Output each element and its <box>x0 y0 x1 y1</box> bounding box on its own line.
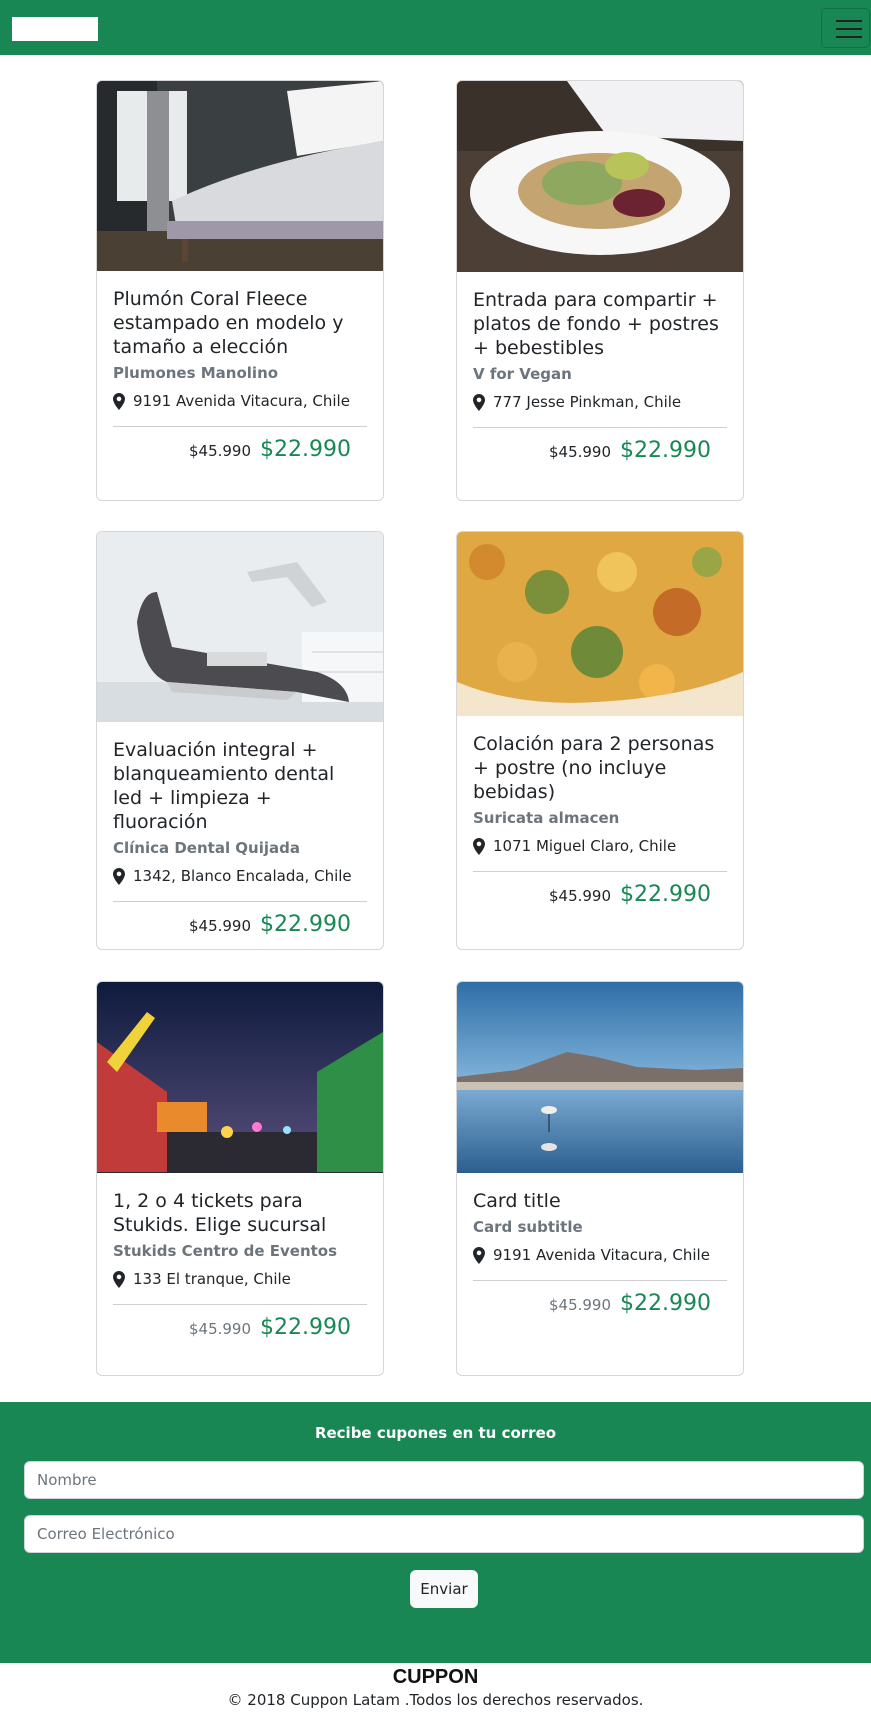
card-divider <box>473 427 727 428</box>
card-title[interactable]: Colación para 2 personas + postre (no in… <box>473 732 727 804</box>
card-title[interactable]: Plumón Coral Fleece estampado en modelo … <box>113 287 367 359</box>
card-divider <box>113 901 367 902</box>
card-location-text: 1342, Blanco Encalada, Chile <box>133 867 352 885</box>
vegetable-stew-photo <box>457 532 743 716</box>
card-title[interactable]: Entrada para compartir + platos de fondo… <box>473 288 727 360</box>
dental-chair-photo <box>97 532 383 722</box>
hamburger-menu-icon <box>836 20 862 22</box>
old-price: $45.990 <box>548 443 612 461</box>
name-input[interactable] <box>24 1461 864 1499</box>
menu-toggle-button[interactable] <box>821 8 870 48</box>
map-pin-icon <box>113 1270 125 1288</box>
map-pin-icon <box>113 392 125 410</box>
card-location-text: 9191 Avenida Vitacura, Chile <box>133 392 350 410</box>
card-title[interactable]: 1, 2 o 4 tickets para Stukids. Elige suc… <box>113 1189 367 1237</box>
map-pin-icon <box>473 393 485 411</box>
new-price: $22.990 <box>260 912 351 937</box>
card-subtitle: Card subtitle <box>473 1218 583 1236</box>
card-divider <box>473 871 727 872</box>
email-input[interactable] <box>24 1515 864 1553</box>
submit-button[interactable]: Enviar <box>410 1570 478 1608</box>
navbar: CUPPON <box>0 0 871 55</box>
card-location: 777 Jesse Pinkman, Chile <box>473 392 727 412</box>
card-location-text: 133 El tranque, Chile <box>133 1270 291 1288</box>
old-price: $45.990 <box>188 1320 252 1338</box>
card-subtitle: Clínica Dental Quijada <box>113 839 301 857</box>
card-subtitle: Plumones Manolino <box>113 364 279 382</box>
card-title[interactable]: Card title <box>473 1189 727 1213</box>
card-subtitle: Stukids Centro de Eventos <box>113 1242 338 1260</box>
card-subtitle: V for Vegan <box>473 365 572 383</box>
card-divider <box>113 1304 367 1305</box>
coupon-card[interactable]: Evaluación integral + blanqueamiento den… <box>96 531 384 950</box>
copyright-text: © 2018 Cuppon Latam .Todos los derechos … <box>227 1691 644 1709</box>
card-location-text: 1071 Miguel Claro, Chile <box>493 837 677 855</box>
map-pin-icon <box>473 837 485 855</box>
new-price: $22.990 <box>260 437 351 462</box>
coupon-card[interactable]: Entrada para compartir + platos de fondo… <box>456 80 744 501</box>
card-prices: $45.990 $22.990 <box>113 1315 367 1340</box>
new-price: $22.990 <box>620 438 711 463</box>
carnival-night-photo <box>97 982 383 1173</box>
card-prices: $45.990 $22.990 <box>473 438 727 463</box>
old-price: $45.990 <box>548 887 612 905</box>
card-divider <box>473 1280 727 1281</box>
card-location-text: 777 Jesse Pinkman, Chile <box>493 393 682 411</box>
new-price: $22.990 <box>620 1291 711 1316</box>
footer-brand: CUPPON <box>392 1666 479 1688</box>
footer: CUPPON © 2018 Cuppon Latam .Todos los de… <box>0 1663 871 1729</box>
coupon-card[interactable]: 1, 2 o 4 tickets para Stukids. Elige suc… <box>96 981 384 1376</box>
card-prices: $45.990 $22.990 <box>473 882 727 907</box>
bedroom-photo <box>97 81 383 271</box>
card-location: 133 El tranque, Chile <box>113 1269 367 1289</box>
card-prices: $45.990 $22.990 <box>473 1291 727 1316</box>
card-subtitle: Suricata almacen <box>473 809 620 827</box>
new-price: $22.990 <box>620 882 711 907</box>
newsletter-title: Recibe cupones en tu correo <box>314 1424 557 1442</box>
card-location: 1071 Miguel Claro, Chile <box>473 836 727 856</box>
old-price: $45.990 <box>188 917 252 935</box>
brand-logo[interactable]: CUPPON <box>12 17 98 41</box>
map-pin-icon <box>113 867 125 885</box>
flamingo-lake-photo <box>457 982 743 1173</box>
coupon-card[interactable]: Plumón Coral Fleece estampado en modelo … <box>96 80 384 501</box>
new-price: $22.990 <box>260 1315 351 1340</box>
card-prices: $45.990 $22.990 <box>113 912 367 937</box>
card-prices: $45.990 $22.990 <box>113 437 367 462</box>
map-pin-icon <box>473 1246 485 1264</box>
coupon-card[interactable]: Card title Card subtitle 9191 Avenida Vi… <box>456 981 744 1376</box>
card-location: 1342, Blanco Encalada, Chile <box>113 866 367 886</box>
card-location: 9191 Avenida Vitacura, Chile <box>473 1245 727 1265</box>
coupon-card[interactable]: Colación para 2 personas + postre (no in… <box>456 531 744 950</box>
old-price: $45.990 <box>548 1296 612 1314</box>
card-location: 9191 Avenida Vitacura, Chile <box>113 391 367 411</box>
old-price: $45.990 <box>188 442 252 460</box>
newsletter-section: Recibe cupones en tu correo Enviar <box>0 1402 871 1663</box>
card-divider <box>113 426 367 427</box>
card-title[interactable]: Evaluación integral + blanqueamiento den… <box>113 738 367 834</box>
salad-plate-photo <box>457 81 743 272</box>
card-location-text: 9191 Avenida Vitacura, Chile <box>493 1246 710 1264</box>
